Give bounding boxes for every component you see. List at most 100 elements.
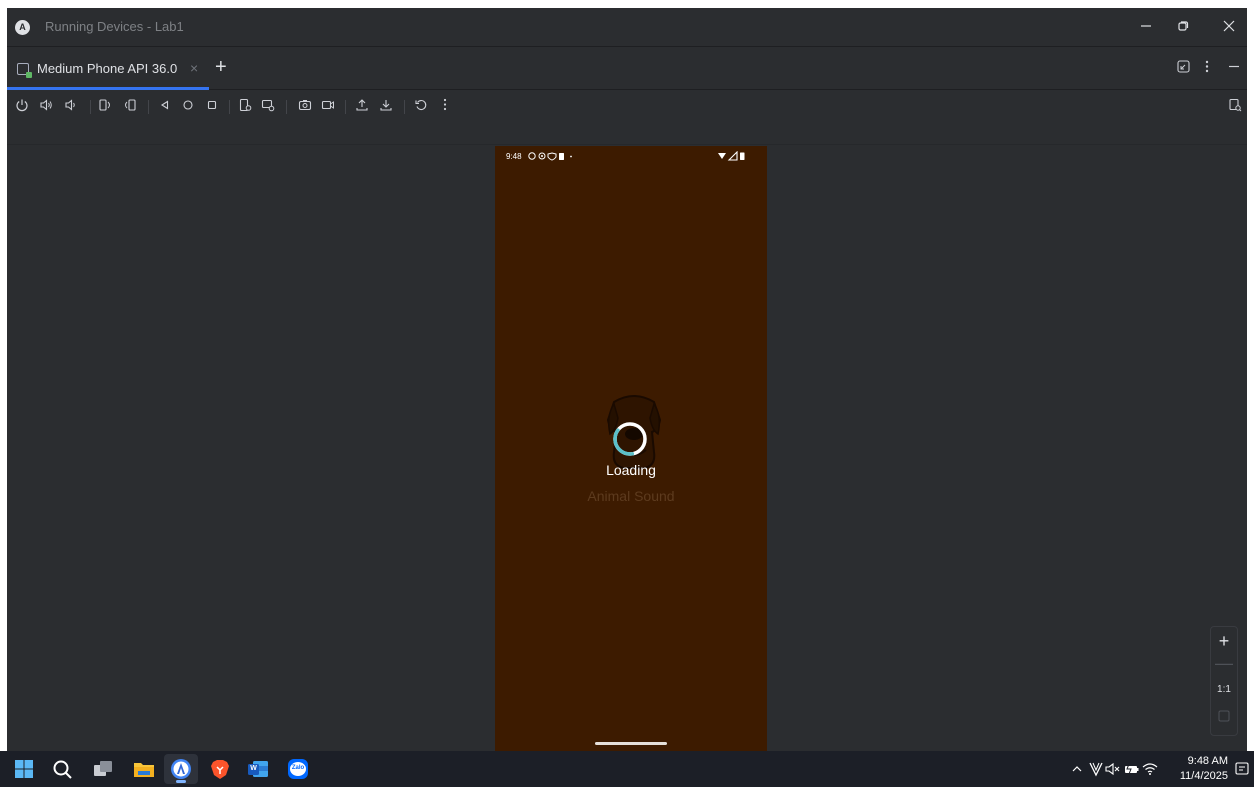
zalo-icon-label: Zalo xyxy=(291,765,305,771)
picture-in-picture-icon xyxy=(1177,60,1190,73)
windows-start-icon xyxy=(15,760,33,778)
home-button[interactable] xyxy=(180,98,196,114)
gesture-nav-handle[interactable] xyxy=(595,742,667,745)
word-button[interactable]: W xyxy=(247,758,269,780)
reset-button[interactable] xyxy=(413,98,429,114)
options-menu-button[interactable] xyxy=(1205,60,1209,76)
toolbar-separator xyxy=(90,100,91,114)
volume-down-icon xyxy=(65,99,75,111)
active-tab-indicator xyxy=(7,87,209,90)
upload-button[interactable] xyxy=(354,98,370,114)
active-app-indicator xyxy=(176,780,186,783)
hide-panel-button[interactable] xyxy=(1228,60,1240,76)
app-name-label: Animal Sound xyxy=(587,488,675,504)
minimize-icon xyxy=(1141,25,1151,27)
android-studio-window: A Running Devices - Lab1 Medium Phone AP… xyxy=(7,8,1247,751)
file-explorer-icon xyxy=(134,763,154,777)
zoom-controls: + — 1:1 xyxy=(1210,626,1238,736)
toolbar-separator xyxy=(148,100,149,114)
android-studio-logo-icon: A xyxy=(15,20,30,35)
add-device-button[interactable]: + xyxy=(215,56,227,79)
status-time: 9:48 xyxy=(506,152,522,161)
tab-label: Medium Phone API 36.0 xyxy=(37,61,178,76)
hide-icon xyxy=(1229,65,1239,68)
device-screen[interactable]: 9:48 Loading Animal Sound xyxy=(495,146,767,751)
word-icon-label: W xyxy=(250,765,257,772)
device-icon xyxy=(17,63,32,78)
quick-settings-button[interactable] xyxy=(1105,761,1161,777)
loading-spinner-icon xyxy=(613,422,647,456)
more-actions-button[interactable] xyxy=(437,98,453,114)
device-display-area: 9:48 Loading Animal Sound + — 1:1 xyxy=(7,144,1247,751)
more-icon xyxy=(443,98,447,111)
minimize-button[interactable] xyxy=(1137,18,1155,36)
toolbar-separator xyxy=(286,100,287,114)
vpn-tray-button[interactable] xyxy=(1088,761,1104,777)
snapshot-icon xyxy=(261,99,275,112)
power-icon xyxy=(16,99,28,112)
restore-button[interactable] xyxy=(1174,18,1192,36)
loading-label: Loading xyxy=(606,462,656,478)
close-button[interactable] xyxy=(1220,18,1238,36)
toolbar-separator xyxy=(229,100,230,114)
actual-size-button[interactable]: 1:1 xyxy=(1211,684,1237,695)
picture-in-picture-button[interactable] xyxy=(1177,60,1190,76)
vpn-v-icon xyxy=(1089,762,1103,777)
fit-screen-icon xyxy=(1218,710,1230,722)
brave-browser-button[interactable] xyxy=(209,758,231,780)
taskbar-search-button[interactable] xyxy=(51,758,73,780)
rotate-left-icon xyxy=(99,99,110,111)
snapshot-button[interactable] xyxy=(260,98,276,114)
notification-center-icon xyxy=(1235,762,1249,775)
windows-taskbar: W Zalo 9:48 AM 11/4/2025 xyxy=(0,751,1254,787)
screenshot-icon xyxy=(298,100,312,111)
show-hidden-icons-button[interactable] xyxy=(1070,762,1084,776)
screenshot-button[interactable] xyxy=(297,98,313,114)
zoom-in-button[interactable]: + xyxy=(1211,631,1237,652)
notifications-button[interactable] xyxy=(1234,761,1250,777)
device-tab-bar: Medium Phone API 36.0 × + xyxy=(7,48,1247,90)
volume-up-button[interactable] xyxy=(38,98,54,114)
volume-down-button[interactable] xyxy=(63,98,79,114)
android-status-bar: 9:48 xyxy=(495,146,767,166)
screen-record-icon xyxy=(321,100,334,110)
download-icon xyxy=(380,100,392,111)
fit-screen-button[interactable] xyxy=(1211,709,1237,727)
rotate-right-icon xyxy=(125,99,136,111)
android-studio-taskbar-button[interactable] xyxy=(164,754,198,784)
overview-button[interactable] xyxy=(204,98,220,114)
window-title: Running Devices - Lab1 xyxy=(45,19,184,34)
title-bar: A Running Devices - Lab1 xyxy=(7,8,1247,47)
reset-icon xyxy=(415,100,427,111)
vertical-dots-icon xyxy=(1205,60,1209,73)
file-explorer-button[interactable] xyxy=(133,758,155,780)
rotate-right-button[interactable] xyxy=(122,98,138,114)
tab-close-icon[interactable]: × xyxy=(190,60,198,76)
restore-icon xyxy=(1178,21,1189,31)
toolbar-separator xyxy=(404,100,405,114)
task-view-button[interactable] xyxy=(92,758,114,780)
brave-browser-icon xyxy=(211,760,229,779)
taskbar-time[interactable]: 9:48 AM xyxy=(1168,755,1228,767)
device-manager-icon xyxy=(239,98,252,112)
power-button[interactable] xyxy=(14,98,30,114)
volume-up-icon xyxy=(40,99,52,111)
upload-icon xyxy=(356,99,368,111)
download-button[interactable] xyxy=(378,98,394,114)
device-manager-button[interactable] xyxy=(237,98,253,114)
device-explorer-button[interactable] xyxy=(1227,98,1243,114)
zalo-button[interactable]: Zalo xyxy=(287,758,309,780)
tab-medium-phone[interactable]: Medium Phone API 36.0 × xyxy=(7,48,209,90)
taskbar-date[interactable]: 11/4/2025 xyxy=(1168,770,1228,782)
overview-icon xyxy=(207,100,217,110)
android-studio-icon xyxy=(171,759,191,779)
device-explorer-icon xyxy=(1229,98,1242,112)
start-button[interactable] xyxy=(13,758,35,780)
zoom-out-button[interactable]: — xyxy=(1211,653,1237,674)
rotate-left-button[interactable] xyxy=(97,98,113,114)
chevron-up-icon xyxy=(1072,766,1082,772)
toolbar-separator xyxy=(345,100,346,114)
back-button[interactable] xyxy=(157,98,173,114)
screen-record-button[interactable] xyxy=(320,98,336,114)
search-icon xyxy=(53,760,72,779)
